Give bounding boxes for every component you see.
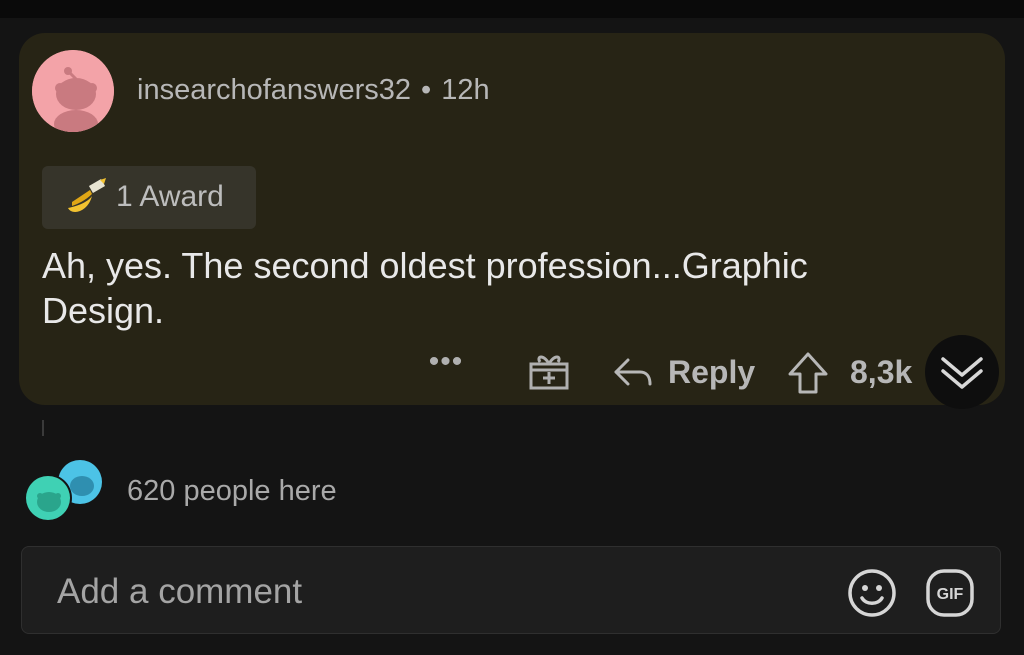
upvote-arrow-icon: [788, 352, 828, 394]
top-bar: [0, 0, 1024, 18]
comment-input[interactable]: Add a comment GIF: [21, 546, 1001, 634]
gif-button[interactable]: GIF: [924, 567, 976, 619]
award-label: 1 Award: [116, 180, 224, 213]
more-options-button[interactable]: •••: [424, 347, 468, 388]
presence-avatars: [22, 458, 108, 524]
presence-avatars-icon: [24, 460, 102, 522]
gift-icon: [529, 355, 569, 390]
comment-age: 12h: [441, 74, 490, 106]
comment-input-placeholder: Add a comment: [57, 572, 303, 611]
emoji-button[interactable]: [846, 567, 898, 619]
give-award-button[interactable]: [526, 348, 572, 394]
presence-count: 620 people here: [127, 475, 337, 507]
gif-icon: GIF: [926, 569, 974, 617]
double-chevron-down-icon: [941, 357, 983, 389]
award-badge[interactable]: 1 Award: [42, 166, 256, 229]
upvote-button[interactable]: [786, 350, 830, 396]
author-username[interactable]: insearchofanswers32: [137, 74, 411, 106]
reply-label: Reply: [668, 353, 756, 390]
snoo-avatar-icon: [32, 50, 114, 132]
comment-text: Ah, yes. The second oldest profession...…: [42, 245, 808, 331]
page: insearchofanswers32 • 12h 1 Award Ah, yes.…: [0, 0, 1024, 655]
gif-label: GIF: [937, 586, 964, 603]
reply-button[interactable]: Reply: [612, 350, 755, 394]
meta-separator: •: [421, 74, 432, 106]
vote-count: 8,3k: [850, 354, 913, 390]
user-avatar[interactable]: [32, 50, 114, 132]
reply-arrow-icon: [614, 358, 652, 386]
smiley-icon: [848, 569, 896, 617]
collapse-button[interactable]: [925, 335, 999, 409]
comment-meta: insearchofanswers32 • 12h: [137, 74, 490, 107]
banana-icon: [68, 178, 106, 212]
thread-line: [42, 420, 44, 436]
